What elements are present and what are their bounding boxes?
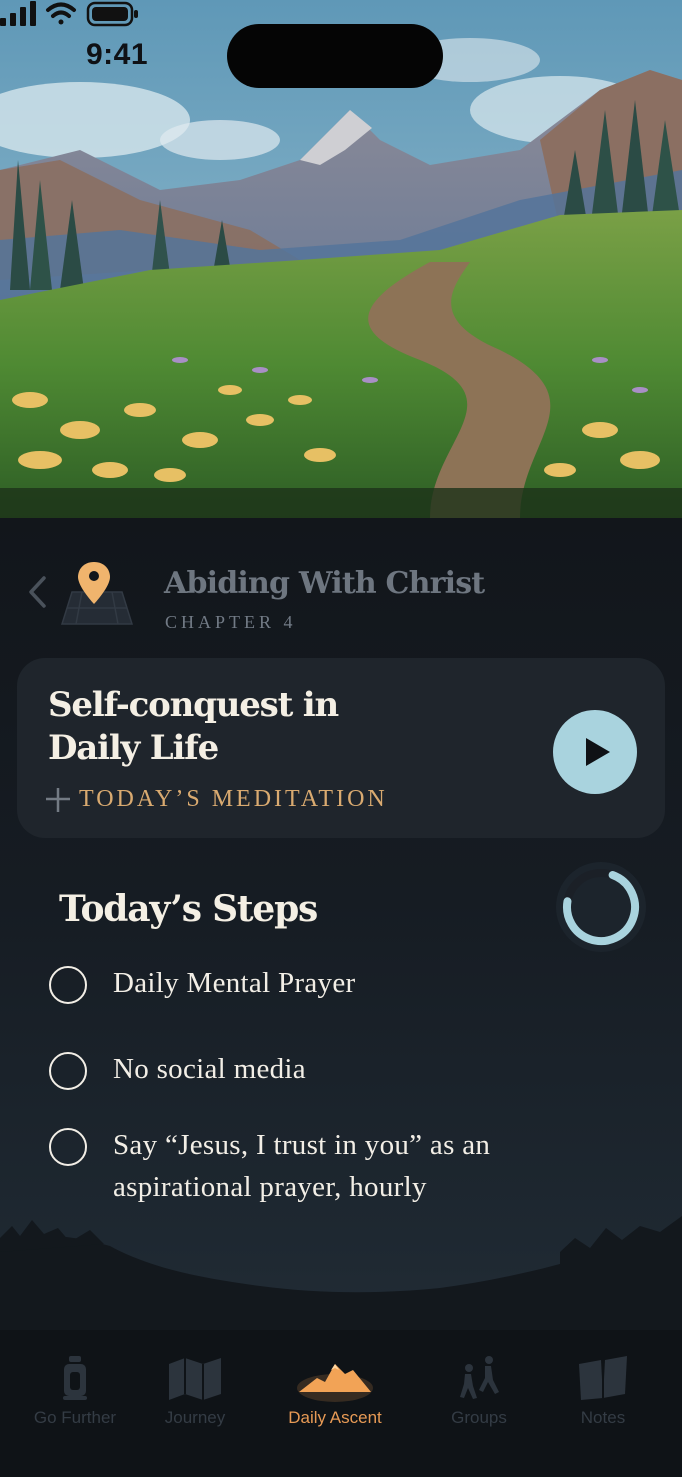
meditation-card[interactable]: Self-conquest in Daily Life TODAY’S MEDI… <box>17 658 665 838</box>
step-checkbox[interactable] <box>49 1052 87 1090</box>
cross-icon <box>46 787 70 812</box>
tab-label: Groups <box>451 1408 507 1427</box>
tab-daily-ascent[interactable]: Daily Ascent <box>270 1354 400 1444</box>
step-label: No social media <box>113 1053 306 1085</box>
journey-title: Abiding With Christ <box>164 566 485 601</box>
lantern-icon <box>63 1356 87 1400</box>
journey-header: Abiding With Christ CHAPTER 4 <box>0 558 682 648</box>
wifi-icon <box>46 2 76 25</box>
tab-label: Daily Ascent <box>288 1408 382 1427</box>
tab-bar: Go Further Journey Daily Ascent Groups N… <box>0 1330 682 1477</box>
step-item[interactable]: Daily Mental Prayer <box>49 966 609 1010</box>
step-label: Say “Jesus, I trust in you” as an aspira… <box>113 1129 491 1203</box>
mountain-icon <box>297 1364 373 1402</box>
tab-go-further[interactable]: Go Further <box>10 1354 140 1444</box>
signal-icon <box>0 1 36 26</box>
step-checkbox[interactable] <box>49 1128 87 1166</box>
status-bar: 9:41 <box>0 0 682 110</box>
tab-label: Journey <box>164 1408 226 1427</box>
tab-journey[interactable]: Journey <box>130 1354 260 1444</box>
tab-label: Notes <box>580 1408 626 1427</box>
back-chevron-icon[interactable] <box>22 572 52 612</box>
meditation-title: Self-conquest in Daily Life <box>48 684 388 770</box>
tab-groups[interactable]: Groups <box>414 1354 544 1444</box>
step-label: Daily Mental Prayer <box>113 967 356 999</box>
meditation-subtitle-text: TODAY’S MEDITATION <box>79 786 388 812</box>
book-icon <box>579 1356 627 1400</box>
map-icon <box>169 1358 221 1400</box>
treeline-silhouette <box>0 1216 682 1338</box>
steps-title: Today’s Steps <box>59 888 318 930</box>
battery-icon <box>86 1 138 27</box>
status-time: 9:41 <box>86 38 149 71</box>
meditation-subtitle: TODAY’S MEDITATION <box>45 786 388 813</box>
tab-label: Go Further <box>33 1408 117 1427</box>
play-icon <box>586 738 610 766</box>
step-item[interactable]: Say “Jesus, I trust in you” as an aspira… <box>49 1128 609 1214</box>
step-item[interactable]: No social media <box>49 1052 609 1096</box>
meditation-title-line2: Daily Life <box>48 728 219 768</box>
chapter-label: CHAPTER 4 <box>165 612 297 632</box>
play-button[interactable] <box>553 710 637 794</box>
dynamic-island <box>227 24 443 88</box>
meditation-title-line1: Self-conquest in <box>48 685 339 725</box>
hero-illustration: 9:41 <box>0 0 682 518</box>
tab-notes[interactable]: Notes <box>538 1354 668 1444</box>
step-checkbox[interactable] <box>49 966 87 1004</box>
hikers-icon <box>460 1356 499 1399</box>
status-icons <box>0 1 138 27</box>
steps-progress-ring <box>556 862 646 952</box>
map-pin-icon <box>60 562 134 625</box>
